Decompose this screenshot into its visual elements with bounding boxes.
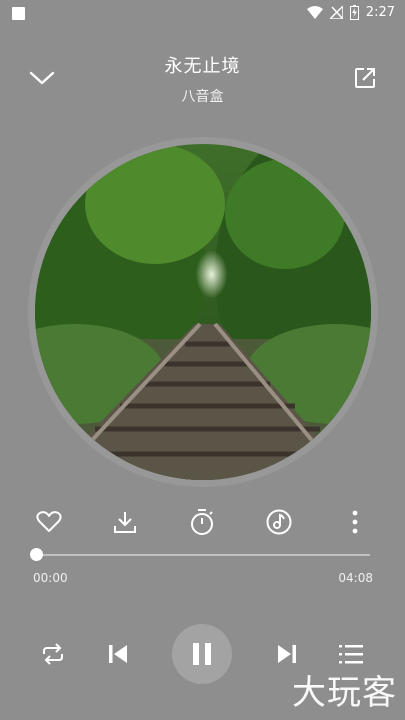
- repeat-icon[interactable]: [38, 640, 68, 668]
- progress-thumb[interactable]: [30, 548, 43, 561]
- total-duration: 04:08: [338, 571, 373, 585]
- timer-icon[interactable]: [185, 505, 219, 539]
- battery-charging-icon: [349, 5, 359, 20]
- playlist-icon[interactable]: [336, 640, 366, 668]
- watermark-logo: 大玩客: [292, 673, 397, 713]
- song-artist[interactable]: 八音盒: [0, 86, 405, 106]
- more-vertical-icon[interactable]: [338, 505, 372, 539]
- download-icon[interactable]: [108, 505, 142, 539]
- elapsed-time: 00:00: [33, 571, 68, 585]
- album-cover[interactable]: [35, 144, 371, 480]
- next-icon[interactable]: [273, 640, 301, 668]
- pause-button[interactable]: [172, 624, 232, 684]
- wifi-icon: [306, 6, 323, 19]
- status-time: 2:27: [365, 5, 395, 20]
- notification-icon: [12, 7, 25, 20]
- pause-icon: [193, 643, 211, 665]
- album-art-image: [35, 144, 371, 480]
- sound-effect-icon[interactable]: [262, 505, 296, 539]
- song-title: 永无止境: [164, 56, 241, 77]
- progress-track: [36, 554, 370, 556]
- status-icons: 2:27: [306, 5, 395, 20]
- no-signal-icon: [329, 6, 343, 19]
- heart-icon[interactable]: [32, 505, 66, 539]
- status-bar: 2:27: [0, 0, 405, 28]
- share-icon[interactable]: [353, 66, 377, 90]
- progress-slider[interactable]: [30, 548, 370, 561]
- player-header: 永无止境 八音盒: [0, 40, 405, 120]
- song-actions: [0, 505, 405, 539]
- previous-icon[interactable]: [104, 640, 132, 668]
